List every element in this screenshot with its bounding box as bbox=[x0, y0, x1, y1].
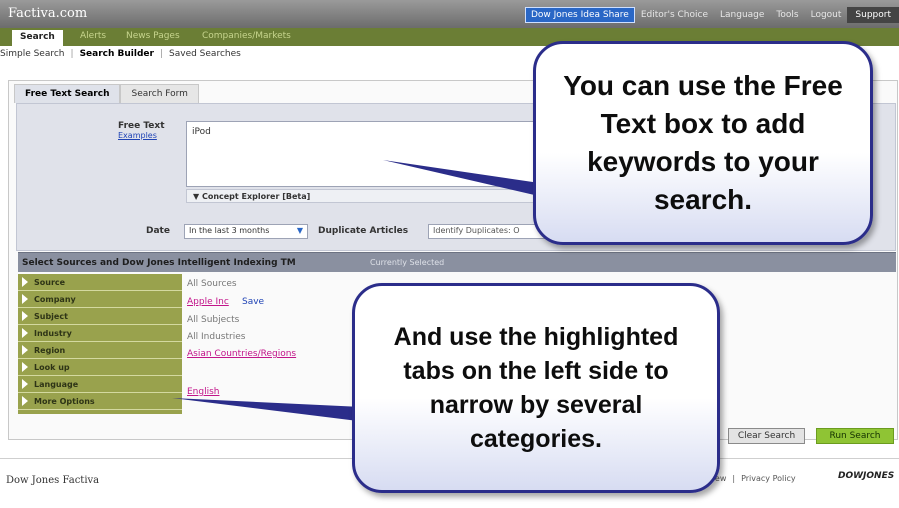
callout-free-text: You can use the Free Text box to add key… bbox=[533, 41, 873, 245]
callout-pointer-bottom bbox=[172, 398, 362, 421]
screen: Factiva.com Dow Jones Idea Share Editor'… bbox=[0, 0, 899, 508]
callout-category-tabs: And use the highlighted tabs on the left… bbox=[352, 283, 720, 493]
callout-category-tabs-text: And use the highlighted tabs on the left… bbox=[393, 323, 679, 453]
callout-free-text-text: You can use the Free Text box to add key… bbox=[563, 70, 843, 215]
